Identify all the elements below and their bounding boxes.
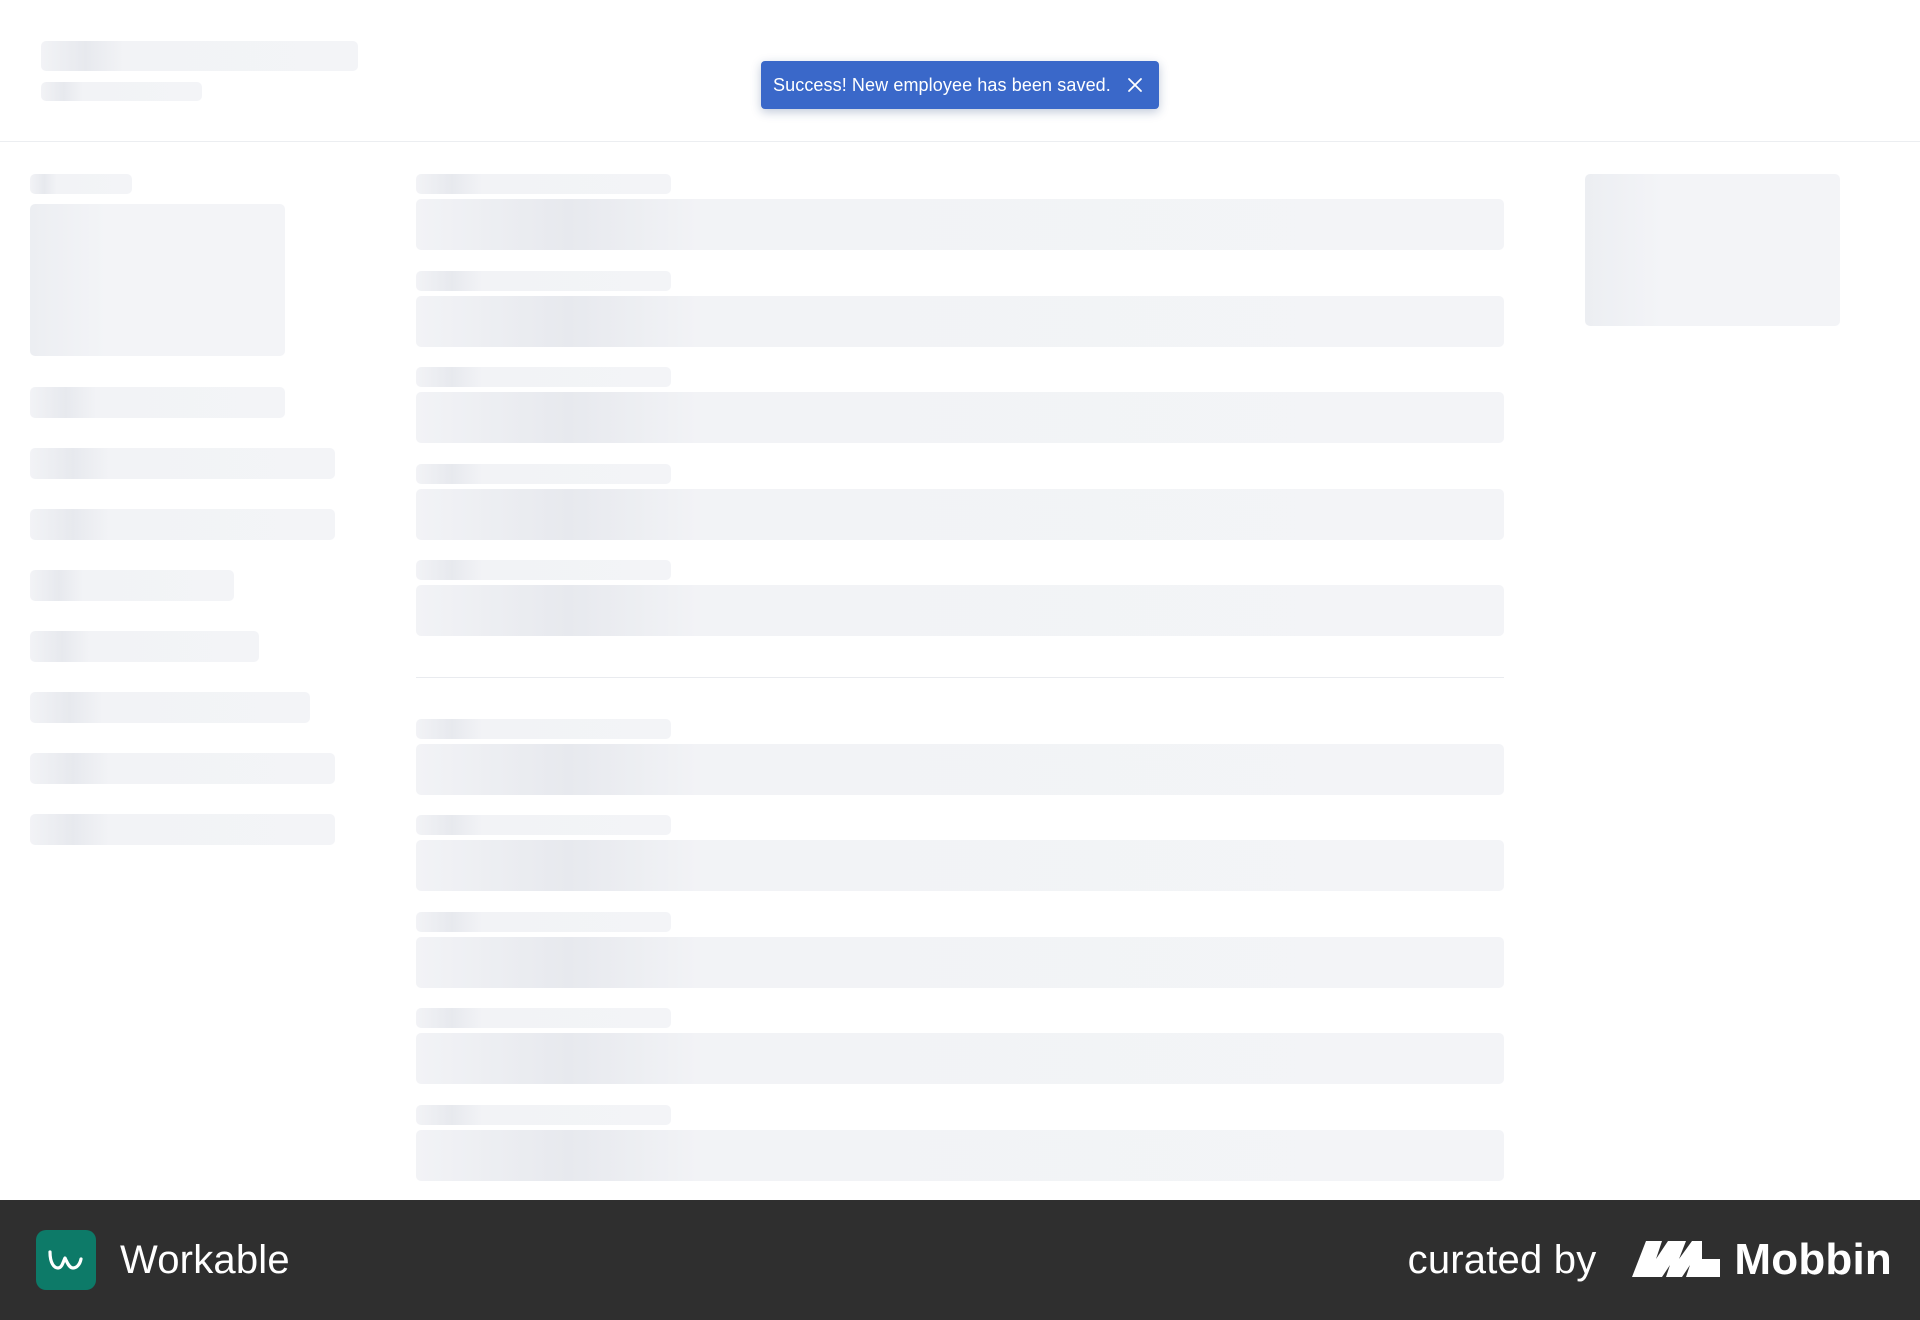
field-label-placeholder [416, 912, 671, 932]
mobbin-logo-icon [1632, 1237, 1721, 1284]
sidebar-item-placeholder [30, 814, 335, 845]
field-input-placeholder [416, 489, 1504, 540]
header-title-placeholder [41, 41, 358, 71]
field-label-placeholder [416, 174, 671, 194]
sidebar-item-placeholder [30, 387, 285, 418]
toast-message: Success! New employee has been saved. [773, 74, 1111, 95]
sidebar-item-placeholder [30, 753, 335, 784]
app-root: Success! New employee has been saved. Wo… [0, 0, 1920, 1320]
sidebar-item-placeholder [30, 448, 335, 479]
field-label-placeholder [416, 560, 671, 580]
field-input-placeholder [416, 1033, 1504, 1084]
field-label-placeholder [416, 367, 671, 387]
field-label-placeholder [416, 464, 671, 484]
field-input-placeholder [416, 392, 1504, 443]
close-icon[interactable] [1123, 73, 1147, 97]
page-header: Success! New employee has been saved. [0, 0, 1920, 142]
attribution-footer: Workable curated by Mobbin [0, 1200, 1920, 1320]
field-input-placeholder [416, 840, 1504, 891]
sidebar-item-placeholder [30, 570, 234, 601]
field-label-placeholder [416, 815, 671, 835]
workable-logo-icon [36, 1230, 96, 1290]
field-input-placeholder [416, 744, 1504, 795]
mobbin-brand: Mobbin [1632, 1235, 1892, 1285]
field-label-placeholder [416, 271, 671, 291]
brand: Workable [36, 1230, 290, 1290]
field-input-placeholder [416, 296, 1504, 347]
mobbin-name: Mobbin [1734, 1235, 1892, 1284]
field-label-placeholder [416, 719, 671, 739]
sidebar-heading-placeholder [30, 174, 132, 194]
side-card-placeholder [1585, 174, 1840, 326]
field-label-placeholder [416, 1008, 671, 1028]
curator: curated by Mobbin [1408, 1235, 1892, 1285]
section-divider [416, 677, 1504, 678]
field-input-placeholder [416, 1130, 1504, 1181]
sidebar-item-placeholder [30, 692, 310, 723]
curated-by-label: curated by [1407, 1237, 1597, 1282]
header-subtitle-placeholder [41, 82, 202, 101]
field-input-placeholder [416, 937, 1504, 988]
avatar-placeholder [30, 204, 285, 356]
sidebar-item-placeholder [30, 509, 335, 540]
brand-name: Workable [120, 1237, 290, 1282]
field-input-placeholder [416, 585, 1504, 636]
field-input-placeholder [416, 199, 1504, 250]
sidebar-item-placeholder [30, 631, 259, 662]
field-label-placeholder [416, 1105, 671, 1125]
success-toast: Success! New employee has been saved. [761, 61, 1159, 109]
